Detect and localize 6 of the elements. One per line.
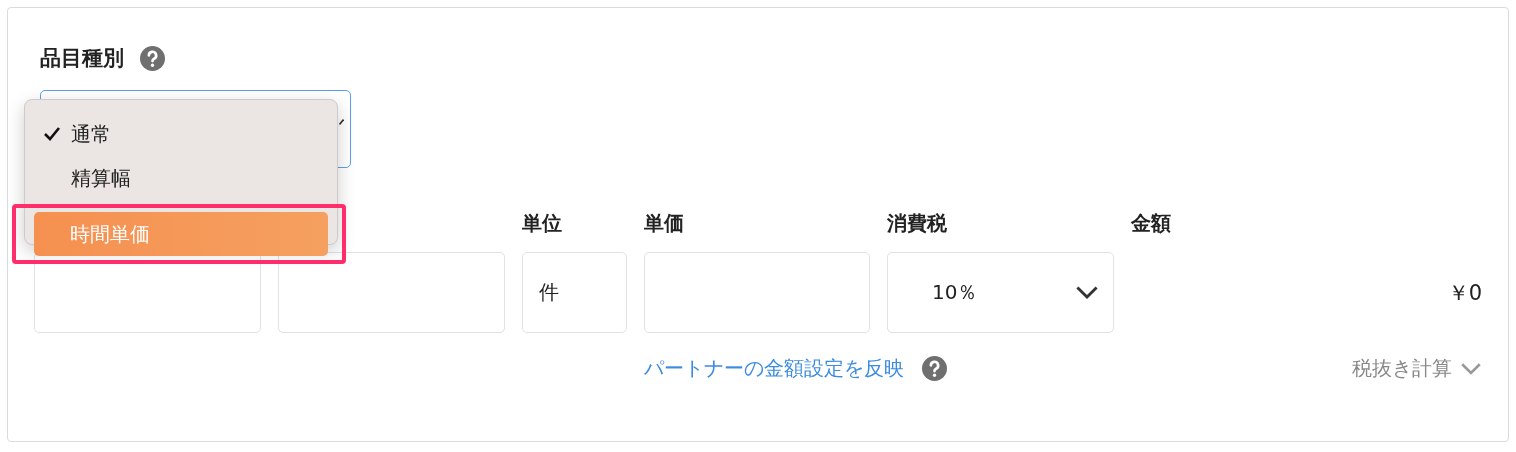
column-heading: 金額 — [1131, 210, 1171, 237]
column-heading: 単位 — [522, 210, 562, 237]
column-heading: 消費税 — [887, 210, 947, 237]
amount-value: ￥0 — [1447, 279, 1482, 307]
column-heading: 単価 — [644, 210, 684, 237]
section-title: 品目種別 — [40, 45, 124, 72]
